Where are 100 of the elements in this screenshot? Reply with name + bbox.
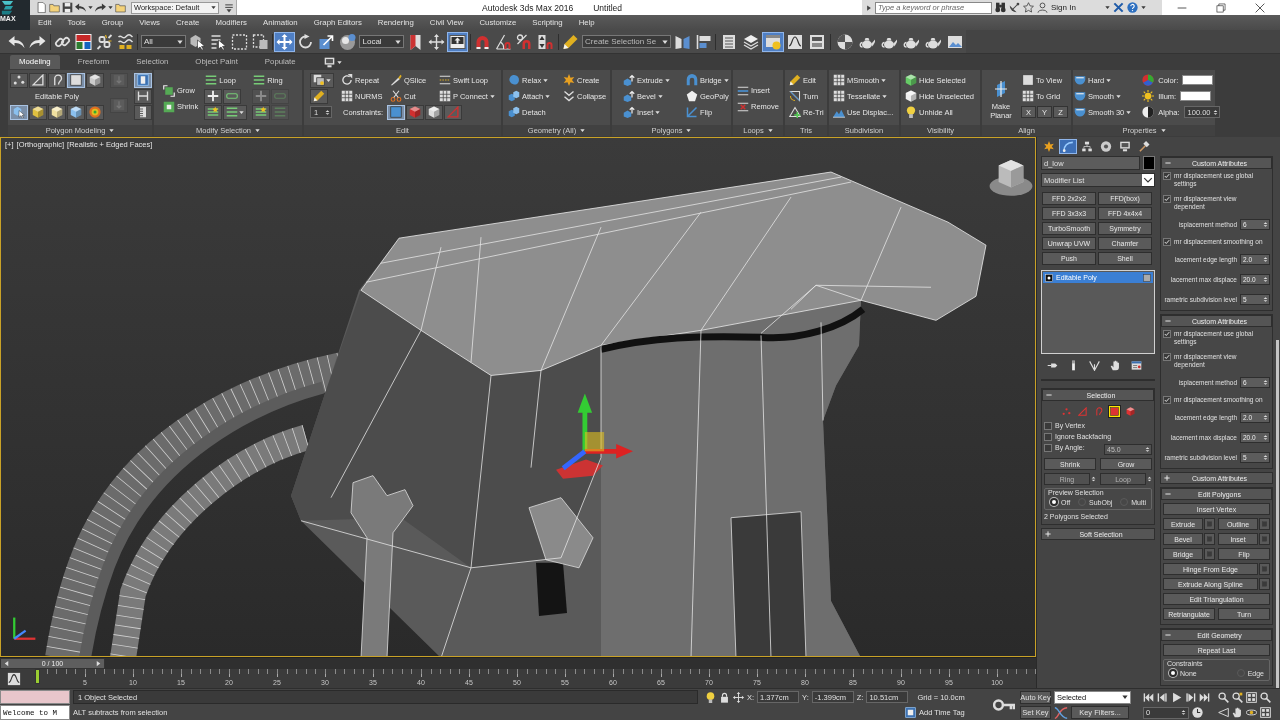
spinner-arrows-icon[interactable] — [1147, 474, 1152, 484]
tiles-icon[interactable] — [73, 31, 94, 52]
redo-icon[interactable] — [95, 2, 106, 13]
window-arrow-icon[interactable] — [447, 31, 468, 52]
monitor-icon[interactable] — [323, 56, 335, 68]
skip-end-icon[interactable] — [1199, 691, 1210, 703]
skip-start-icon[interactable] — [1143, 691, 1154, 703]
current-frame-marker[interactable] — [34, 669, 40, 684]
tool-button[interactable] — [134, 88, 152, 104]
tool-button[interactable] — [310, 72, 334, 88]
x-mark-icon[interactable] — [1112, 2, 1124, 13]
wedge-outline-icon[interactable] — [1218, 707, 1229, 719]
move-icon[interactable] — [274, 31, 296, 52]
user-icon[interactable] — [1037, 2, 1048, 13]
checkbox[interactable] — [1163, 330, 1171, 338]
tool-button[interactable] — [387, 104, 406, 120]
color-swatch[interactable] — [1182, 75, 1214, 85]
selection-filter-dropdown[interactable]: All — [140, 35, 186, 48]
tool-button[interactable] — [48, 72, 66, 88]
four-squares-icon[interactable] — [1260, 707, 1271, 719]
step-back-icon[interactable] — [1157, 691, 1168, 703]
square-icon[interactable] — [1107, 405, 1121, 418]
tool-button[interactable] — [29, 104, 47, 120]
caret-icon[interactable] — [108, 5, 113, 10]
tool-button[interactable] — [223, 88, 242, 104]
tool-button[interactable] — [406, 104, 425, 120]
tool-button[interactable] — [223, 104, 248, 120]
checkbox[interactable] — [1163, 353, 1171, 361]
caret-icon[interactable] — [1140, 5, 1146, 10]
help-icon[interactable] — [1126, 2, 1138, 13]
clock-icon[interactable] — [1192, 707, 1203, 719]
four-arrows-icon[interactable] — [426, 31, 447, 52]
spinner-arrows-icon — [1263, 275, 1268, 284]
tool-button[interactable] — [310, 88, 328, 104]
named-selection-field[interactable]: Create Selection Se — [582, 35, 671, 48]
framed-square-icon[interactable] — [905, 707, 916, 719]
maxscript-input-field[interactable] — [0, 690, 70, 704]
restore-icon[interactable] — [1216, 2, 1226, 13]
hand-icon[interactable] — [1232, 707, 1243, 719]
star-icon[interactable] — [1023, 2, 1034, 13]
folder-icon[interactable] — [115, 2, 126, 13]
sign-in-link[interactable]: Sign In — [1051, 3, 1076, 12]
tool-button[interactable] — [67, 104, 85, 120]
menu-icon[interactable] — [224, 2, 234, 13]
four-squares-icon[interactable] — [1246, 691, 1257, 703]
radio-button[interactable] — [1050, 498, 1058, 506]
lock-icon[interactable] — [719, 691, 730, 703]
tool-button[interactable] — [204, 104, 223, 120]
checkbox[interactable] — [1044, 433, 1052, 441]
close-icon[interactable] — [1255, 2, 1266, 13]
caret-right-icon[interactable] — [95, 660, 102, 667]
checkbox[interactable] — [1163, 172, 1171, 180]
orbit-icon[interactable] — [1246, 707, 1257, 719]
caret-icon[interactable] — [88, 5, 93, 10]
document-icon[interactable] — [36, 2, 47, 13]
four-arrows-icon[interactable] — [733, 691, 744, 703]
curve-graph-icon[interactable] — [7, 671, 21, 686]
curve-icon[interactable] — [1054, 705, 1068, 720]
satellite-dish-icon[interactable] — [1009, 2, 1020, 13]
play-icon[interactable] — [1171, 691, 1182, 703]
radio-button[interactable] — [1169, 669, 1177, 677]
undo-icon[interactable] — [75, 2, 86, 13]
tool-button[interactable] — [48, 104, 66, 120]
hand-icon[interactable] — [1110, 359, 1121, 371]
arc-icon[interactable] — [1059, 139, 1077, 154]
wavy-lines-icon[interactable] — [115, 31, 136, 52]
binoculars-icon[interactable] — [995, 2, 1006, 13]
tool-button[interactable] — [86, 72, 104, 88]
tool-button[interactable] — [86, 104, 104, 120]
tool-button[interactable] — [134, 72, 152, 88]
tool-button[interactable] — [252, 104, 271, 120]
magnifier-icon[interactable] — [1260, 691, 1271, 703]
coordinate-system-dropdown[interactable]: Local — [359, 35, 404, 48]
bulb-icon[interactable] — [705, 691, 716, 703]
tool-button[interactable] — [425, 104, 444, 120]
tool-button[interactable] — [29, 72, 47, 88]
object-color-swatch[interactable] — [1143, 156, 1155, 170]
scrollbar-thumb[interactable] — [1275, 340, 1279, 688]
checkbox[interactable] — [1163, 238, 1171, 246]
floppy-icon[interactable] — [62, 2, 73, 13]
checkbox[interactable] — [1044, 422, 1052, 430]
color-swatch[interactable] — [1180, 91, 1212, 101]
caret-left-icon[interactable] — [3, 660, 10, 667]
tool-button[interactable] — [10, 72, 28, 88]
step-forward-icon[interactable] — [1185, 691, 1196, 703]
configure-icon[interactable] — [1131, 359, 1142, 371]
triangle-right-icon[interactable] — [866, 4, 872, 11]
tool-button[interactable] — [10, 104, 28, 120]
caret-icon[interactable] — [1104, 5, 1110, 10]
checkbox[interactable] — [1163, 396, 1171, 404]
spinner-arrows-icon[interactable] — [1091, 474, 1096, 484]
fork-icon[interactable] — [1089, 359, 1100, 371]
tool-button[interactable] — [67, 72, 85, 88]
checkbox[interactable] — [1044, 444, 1052, 452]
window-bulb-icon[interactable] — [761, 31, 784, 52]
checkbox[interactable] — [1163, 195, 1171, 203]
caret-icon[interactable] — [336, 59, 342, 65]
tool-button[interactable] — [204, 88, 223, 104]
magnifier-icon[interactable] — [1218, 691, 1229, 703]
tool-button[interactable] — [134, 104, 152, 120]
